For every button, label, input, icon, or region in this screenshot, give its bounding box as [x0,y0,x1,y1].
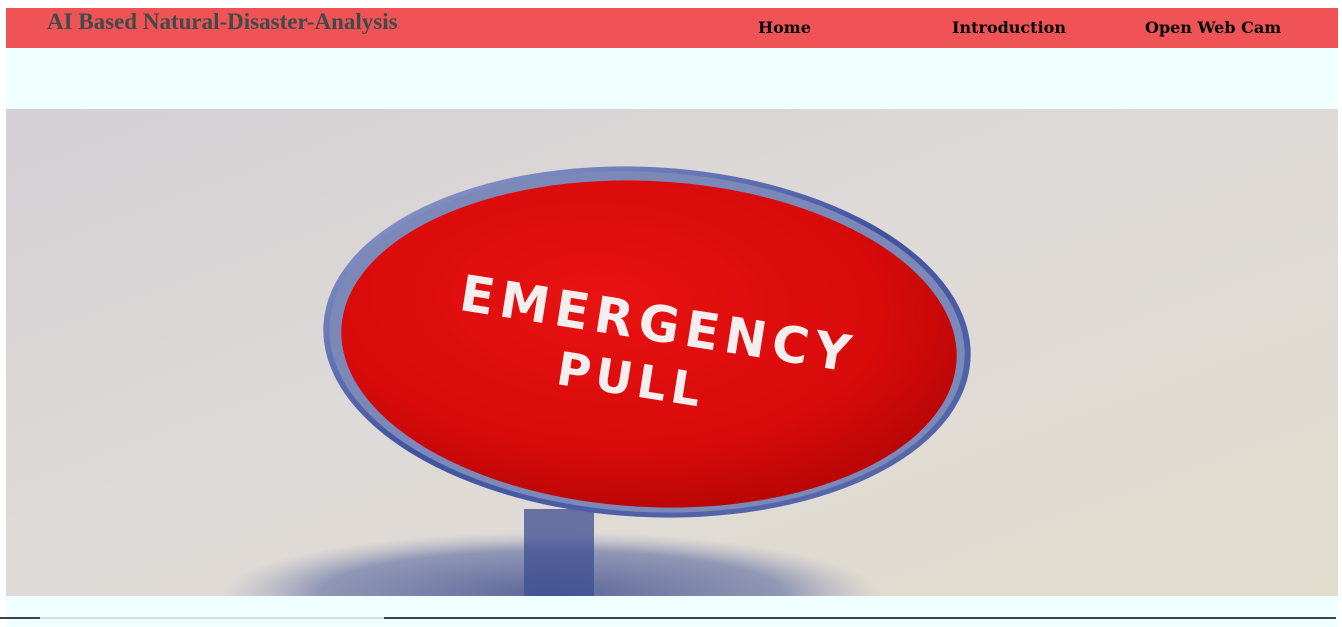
bottom-divider-highlight [40,617,384,619]
bottom-divider [0,617,1336,619]
nav-link-home[interactable]: Home [758,18,811,37]
nav-link-open-web-cam[interactable]: Open Web Cam [1145,18,1281,37]
nav-link-introduction[interactable]: Introduction [952,18,1066,37]
site-title: AI Based Natural-Disaster-Analysis [47,9,398,34]
hero-image: EMERGENCY PULL [6,109,1338,596]
emergency-pull-button-photo: EMERGENCY PULL [6,109,1338,596]
top-navbar: AI Based Natural-Disaster-Analysis Home … [6,8,1338,48]
page-container: AI Based Natural-Disaster-Analysis Home … [6,8,1338,627]
